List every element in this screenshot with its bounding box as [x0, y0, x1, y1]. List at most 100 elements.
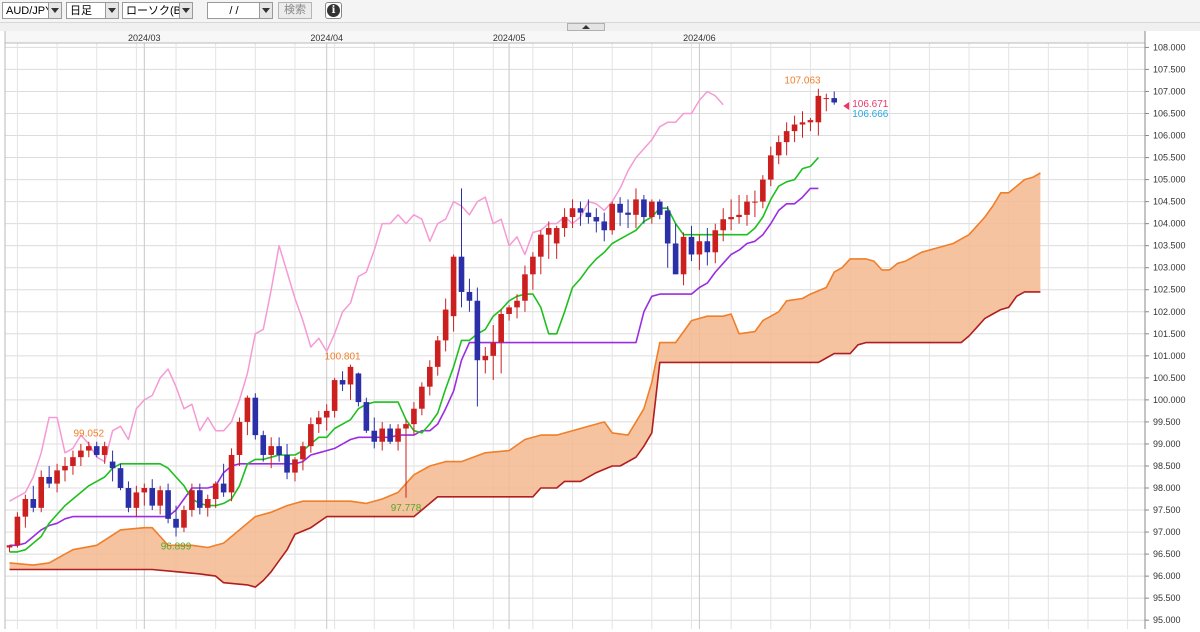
info-button[interactable]: i	[325, 2, 342, 19]
candle-body	[38, 476, 45, 508]
candle-body	[109, 461, 116, 469]
y-tick-label: 99.000	[1153, 439, 1181, 449]
candle-body	[656, 201, 663, 215]
chart-type-select[interactable]: ローソク(BID)	[122, 2, 193, 19]
candle-body	[101, 446, 108, 455]
y-tick-label: 102.000	[1153, 307, 1186, 317]
candle-body	[268, 446, 274, 455]
y-tick-label: 103.500	[1153, 241, 1186, 251]
candle-body	[419, 386, 425, 409]
candle-body	[704, 241, 711, 253]
candle-body	[46, 476, 52, 484]
candle-body	[434, 340, 441, 367]
candle-body	[204, 499, 211, 508]
y-tick-label: 97.500	[1153, 505, 1181, 515]
candle-body	[799, 122, 806, 125]
candle-body	[236, 421, 243, 455]
candle-body	[522, 274, 528, 301]
candle-body	[22, 499, 29, 517]
y-tick-label: 103.000	[1153, 263, 1186, 273]
candle-body	[498, 313, 504, 343]
date-input[interactable]: / /	[207, 2, 273, 19]
candle-body	[300, 446, 306, 460]
candle-body	[363, 402, 370, 431]
candle-body	[276, 446, 282, 455]
candle-body	[78, 450, 84, 458]
current-price-marker-icon	[843, 101, 850, 110]
y-tick-label: 100.000	[1153, 395, 1186, 405]
y-tick-label: 105.000	[1153, 175, 1186, 185]
y-tick-label: 104.000	[1153, 219, 1186, 229]
candle-body	[760, 179, 766, 202]
candle-body	[791, 124, 798, 132]
y-tick-label: 105.500	[1153, 153, 1186, 163]
candle-body	[308, 424, 314, 447]
chevron-down-icon[interactable]	[179, 3, 192, 18]
candle-body	[680, 236, 687, 275]
candle-body	[14, 516, 21, 546]
candle-body	[720, 219, 726, 231]
candle-body	[617, 203, 623, 213]
y-tick-label: 95.000	[1153, 615, 1181, 625]
currency-pair-select[interactable]: AUD/JPY	[2, 2, 62, 19]
chevron-down-icon[interactable]	[105, 3, 118, 18]
candle-body	[395, 428, 401, 442]
candle-body	[181, 510, 187, 528]
x-tick-label: 2024/05	[493, 33, 526, 43]
candle-body	[688, 236, 695, 255]
search-button-label: 検索	[284, 4, 306, 16]
cloud-area	[9, 173, 1041, 588]
candle-body	[244, 397, 251, 422]
price-annotation: 107.063	[784, 76, 821, 87]
candle-body	[323, 410, 330, 418]
candle-body	[197, 490, 203, 508]
candle-body	[601, 221, 608, 231]
y-tick-label: 96.000	[1153, 571, 1181, 581]
candle-body	[173, 518, 179, 528]
candle-body	[807, 120, 814, 123]
candle-body	[569, 208, 576, 218]
price-chart[interactable]: 99.05296.899100.80197.778107.063106.6711…	[0, 31, 1200, 632]
y-tick-label: 96.500	[1153, 549, 1181, 559]
timeframe-select[interactable]: 日足	[66, 2, 119, 19]
price-annotation: 96.899	[161, 542, 192, 553]
candle-body	[474, 300, 481, 361]
y-tick-label: 104.500	[1153, 197, 1186, 207]
search-button[interactable]: 検索	[278, 2, 312, 19]
info-icon: i	[327, 4, 340, 17]
candle-body	[70, 457, 76, 466]
candle-body	[260, 435, 267, 455]
candle-body	[728, 217, 734, 220]
collapse-button[interactable]	[567, 23, 605, 31]
candle-body	[125, 488, 132, 508]
y-tick-label: 97.000	[1153, 527, 1181, 537]
candle-body	[347, 366, 354, 385]
candle-body	[30, 499, 37, 508]
candle-body	[450, 256, 457, 317]
ichimoku-cloud	[9, 172, 1041, 588]
date-value: / /	[229, 5, 239, 17]
candle-body	[252, 397, 259, 436]
chevron-down-icon[interactable]	[48, 3, 61, 18]
price-annotation: 100.801	[324, 352, 361, 363]
candle-body	[315, 417, 322, 425]
chevron-down-icon[interactable]	[259, 3, 272, 18]
candle-body	[506, 307, 512, 314]
candle-body	[783, 131, 790, 143]
y-tick-label: 106.000	[1153, 131, 1186, 141]
candle-body	[545, 228, 552, 235]
candle-body	[609, 203, 615, 231]
candle-body	[553, 228, 560, 244]
candle-body	[649, 201, 655, 218]
candle-body	[712, 230, 719, 253]
candle-body	[561, 217, 568, 229]
candle-body	[6, 545, 13, 548]
candle-body	[411, 408, 417, 425]
candle-body	[212, 483, 219, 500]
candle-body	[442, 309, 449, 341]
x-tick-label: 2024/06	[683, 33, 716, 43]
candle-body	[331, 380, 338, 411]
y-tick-label: 107.000	[1153, 86, 1186, 96]
y-tick-label: 101.500	[1153, 329, 1186, 339]
x-tick-label: 2024/03	[128, 33, 161, 43]
